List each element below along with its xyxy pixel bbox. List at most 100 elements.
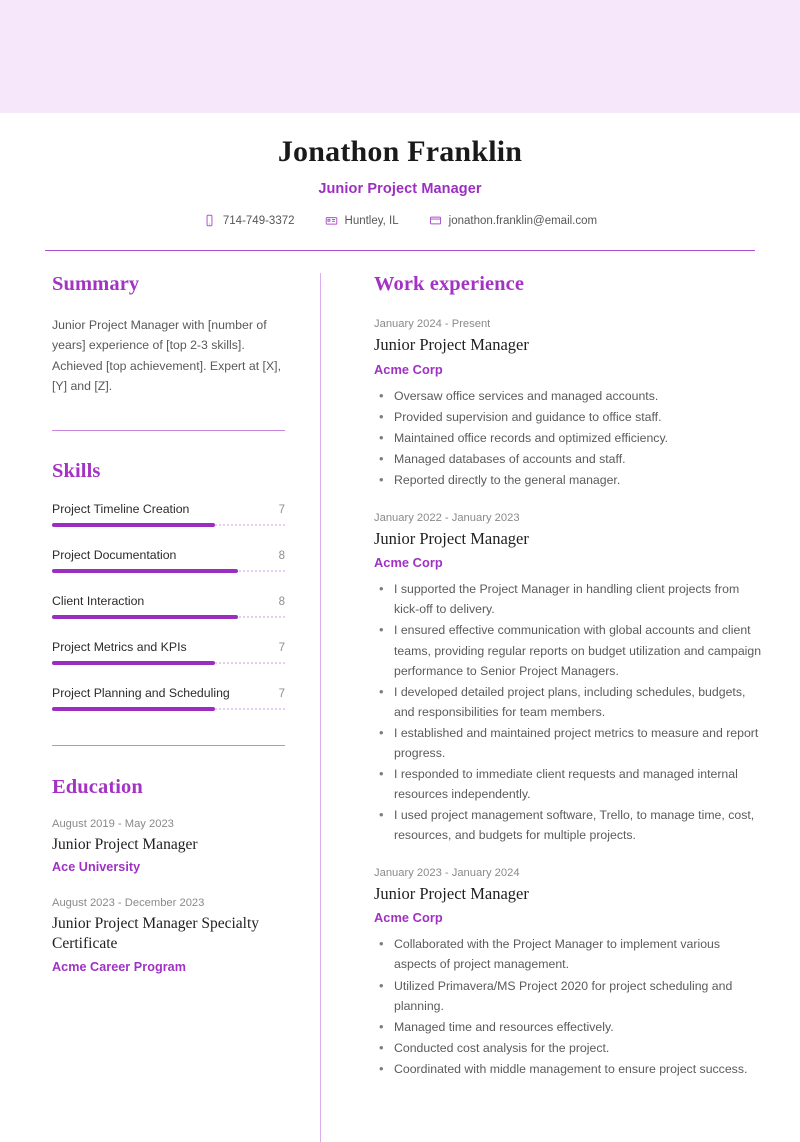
job-bullet: Managed time and resources effectively.: [379, 1016, 764, 1037]
skill-header: Project Documentation 8: [52, 548, 285, 562]
education-entry: August 2023 - December 2023 Junior Projec…: [52, 897, 285, 974]
skill-value: 8: [278, 595, 285, 608]
skill-header: Project Planning and Scheduling 7: [52, 686, 285, 700]
skill-value: 7: [278, 687, 285, 700]
job-bullet: I developed detailed project plans, incl…: [379, 681, 764, 722]
jobs-list: January 2024 - Present Junior Project Man…: [374, 318, 764, 1079]
education-title: Junior Project Manager: [52, 835, 198, 853]
job-organization: Acme Corp: [374, 555, 443, 571]
header-divider: [45, 250, 755, 251]
job-bullet: Maintained office records and optimized …: [379, 427, 764, 448]
education-heading: Education: [52, 775, 143, 798]
envelope-icon: [429, 214, 442, 227]
skill-bar-fill: [52, 706, 216, 711]
contact-location-value: Huntley, IL: [344, 214, 399, 227]
education-organization: Ace University: [52, 860, 141, 875]
skill-value: 7: [278, 641, 285, 654]
page-title: Jonathon Franklin: [277, 135, 523, 168]
job-entry: January 2022 - January 2023 Junior Projec…: [374, 512, 764, 845]
job-date: January 2022 - January 2023: [374, 511, 520, 524]
city-location-icon: [325, 214, 338, 227]
skill-name: Client Interaction: [52, 593, 145, 608]
contact-email-value: jonathon.franklin@email.com: [448, 214, 598, 227]
skill-header: Project Timeline Creation 7: [52, 502, 285, 516]
skills-list: Project Timeline Creation 7 Project Docume…: [52, 502, 285, 711]
job-title: Junior Project Manager: [374, 528, 529, 548]
job-title: Junior Project Manager: [374, 883, 529, 903]
skill-value: 7: [278, 503, 285, 516]
job-title: Junior Project Manager: [374, 335, 529, 354]
job-organization: Acme Corp: [374, 910, 443, 926]
skill-bar-fill: [52, 568, 239, 573]
left-column: Summary Junior Project Manager with [num…: [0, 273, 320, 1142]
skill-bar-fill: [52, 614, 239, 619]
skills-divider: [52, 744, 285, 746]
job-bullet: Coordinated with middle management to en…: [379, 1058, 764, 1079]
skill-name: Project Metrics and KPIs: [52, 639, 187, 654]
header-job-title: Junior Project Manager: [318, 181, 482, 197]
summary-heading: Summary: [52, 273, 140, 295]
skill-bar-fill: [52, 660, 216, 665]
education-entry: August 2019 - May 2023 Junior Project Man…: [52, 818, 285, 875]
skill-item: Project Timeline Creation 7: [52, 502, 285, 527]
job-bullet: Oversaw office services and managed acco…: [379, 385, 764, 406]
job-entry: January 2024 - Present Junior Project Man…: [374, 318, 764, 490]
job-bullets: I supported the Project Manager in handl…: [374, 578, 764, 845]
skill-progress-bar: [52, 522, 285, 527]
contact-location[interactable]: Huntley, IL: [325, 214, 399, 227]
skill-name: Project Planning and Scheduling: [52, 685, 230, 700]
skill-bar-fill: [52, 522, 216, 527]
skill-header: Project Metrics and KPIs 7: [52, 640, 285, 654]
resume-header: Jonathon Franklin Junior Project Manager…: [0, 113, 800, 227]
education-date: August 2019 - May 2023: [52, 817, 174, 830]
summary-text: Junior Project Manager with [number of y…: [52, 318, 281, 394]
education-organization: Acme Career Program: [52, 960, 186, 975]
skill-progress-bar: [52, 568, 285, 573]
job-bullets: Oversaw office services and managed acco…: [374, 385, 764, 490]
skills-heading: Skills: [52, 459, 101, 482]
job-bullet: Collaborated with the Project Manager to…: [379, 933, 764, 974]
contact-email[interactable]: jonathon.franklin@email.com: [429, 214, 597, 227]
phone-icon: [203, 214, 216, 227]
job-bullet: Managed databases of accounts and staff.: [379, 448, 764, 469]
job-bullet: I responded to immediate client requests…: [379, 763, 764, 804]
work-experience-section: Work experience January 2024 - Present Ju…: [374, 273, 764, 1079]
summary-divider: [52, 429, 285, 431]
job-bullets: Collaborated with the Project Manager to…: [374, 933, 764, 1079]
skill-item: Client Interaction 8: [52, 594, 285, 619]
contact-phone-value: 714-749-3372: [222, 214, 295, 227]
skill-value: 8: [278, 549, 285, 562]
job-entry: January 2023 - January 2024 Junior Projec…: [374, 867, 764, 1079]
skill-progress-bar: [52, 660, 285, 665]
work-experience-heading: Work experience: [374, 273, 525, 295]
top-banner: [0, 0, 800, 113]
summary-section: Summary Junior Project Manager with [num…: [52, 273, 285, 431]
skill-item: Project Planning and Scheduling 7: [52, 686, 285, 711]
job-bullet: I established and maintained project met…: [379, 722, 764, 763]
job-date: January 2023 - January 2024: [374, 866, 520, 879]
contact-row: 714-749-3372 Huntley, IL jonathon.frankl…: [45, 214, 755, 227]
education-list: August 2019 - May 2023 Junior Project Man…: [52, 818, 285, 974]
education-section: Education August 2019 - May 2023 Junior P…: [52, 776, 285, 974]
job-bullet: Reported directly to the general manager…: [379, 469, 764, 490]
skill-progress-bar: [52, 706, 285, 711]
job-date: January 2024 - Present: [374, 318, 491, 330]
skill-name: Project Documentation: [52, 547, 177, 562]
job-bullet: Conducted cost analysis for the project.: [379, 1037, 764, 1058]
job-bullet: I used project management software, Trel…: [379, 804, 764, 845]
education-date: August 2023 - December 2023: [52, 897, 205, 910]
job-bullet: Provided supervision and guidance to off…: [379, 406, 764, 427]
job-bullet: I ensured effective communication with g…: [379, 619, 764, 680]
skill-item: Project Metrics and KPIs 7: [52, 640, 285, 665]
job-bullet: Utilized Primavera/MS Project 2020 for p…: [379, 974, 764, 1016]
skill-progress-bar: [52, 614, 285, 619]
contact-phone[interactable]: 714-749-3372: [203, 214, 295, 227]
job-organization: Acme Corp: [374, 361, 443, 377]
resume-body: Summary Junior Project Manager with [num…: [0, 273, 800, 1142]
right-column: Work experience January 2024 - Present Ju…: [321, 273, 800, 1142]
skills-section: Skills Project Timeline Creation 7 Project…: [52, 460, 285, 746]
job-bullet: I supported the Project Manager in handl…: [379, 578, 764, 619]
skill-name: Project Timeline Creation: [52, 501, 190, 516]
skill-header: Client Interaction 8: [52, 594, 285, 608]
skill-item: Project Documentation 8: [52, 548, 285, 573]
